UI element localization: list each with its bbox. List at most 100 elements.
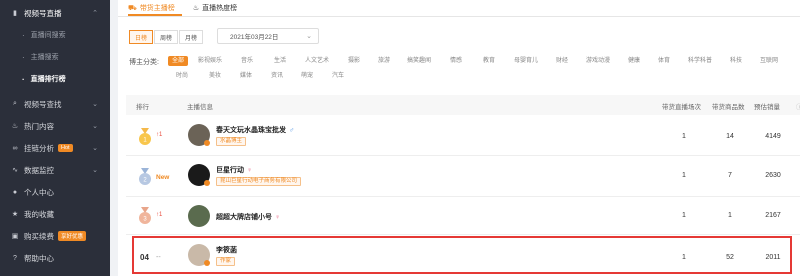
tab-label: 带货主播榜 [139, 5, 175, 12]
sidebar: ▮ 视频号直播 ⌃ · 直播间搜索 · 主播搜索 · 直播排行榜 ⌕ 视频号查找… [0, 0, 110, 276]
category-chip[interactable]: 科技 [730, 56, 742, 66]
sessions-value: 1 [682, 254, 686, 261]
category-chip[interactable]: 游戏动漫 [586, 56, 610, 66]
sidebar-sub-anchor-search[interactable]: · 主播搜索 [0, 46, 110, 68]
sidebar-item-data-monitor[interactable]: ∿ 数据监控 ⌄ [0, 159, 110, 181]
help-icon: ? [13, 254, 17, 262]
category-chip[interactable]: 生活 [274, 56, 286, 66]
sidebar-item-label: 视频号直播 [24, 8, 62, 18]
tab-live-heat[interactable]: ♨ 直播热度榜 [193, 0, 237, 16]
discount-badge: 享好优惠 [58, 231, 87, 241]
category-chip[interactable]: 旅游 [378, 56, 390, 66]
sidebar-item-label: 购买续费 [24, 231, 54, 241]
category-chip[interactable]: 资讯 [271, 71, 283, 81]
verified-icon [204, 260, 210, 266]
period-daily-button[interactable]: 日榜 [129, 30, 153, 44]
sidebar-item-video-search[interactable]: ⌕ 视频号查找 ⌄ [0, 93, 110, 115]
period-monthly-button[interactable]: 月榜 [179, 30, 203, 44]
category-chip[interactable]: 摄影 [348, 56, 360, 66]
info-icon[interactable]: ⓘ [796, 101, 800, 111]
chart-icon: ▮ [13, 10, 17, 17]
category-chip[interactable]: 媒体 [240, 71, 252, 81]
category-chip[interactable]: 全部 [168, 56, 189, 66]
category-chip[interactable]: 人文艺术 [305, 56, 329, 66]
sidebar-item-label: 我的收藏 [24, 209, 54, 219]
male-icon: ♂ [289, 127, 295, 134]
header-sales: 预估销量 [754, 104, 780, 111]
anchor-name[interactable]: 巨星行动 ♀ [216, 165, 252, 175]
tag-badge: 昆山巨星行动电子商务有限公司 [216, 177, 302, 186]
sales-value: 2630 [765, 172, 781, 179]
cart-icon: ⛟ [128, 4, 137, 12]
sidebar-sub-label: 主播搜索 [30, 54, 59, 61]
category-chip[interactable]: 互联网 [760, 56, 778, 66]
avatar[interactable] [188, 205, 210, 227]
sidebar-item-hot-content[interactable]: ♨ 热门内容 ⌄ [0, 115, 110, 137]
sidebar-item-video-live[interactable]: ▮ 视频号直播 ⌃ [0, 2, 110, 24]
tag-badge: 作家 [216, 257, 236, 266]
category-chip[interactable]: 财经 [556, 56, 568, 66]
category-chip[interactable]: 影视娱乐 [198, 56, 222, 66]
sidebar-item-help[interactable]: ? 帮助中心 [0, 247, 110, 269]
search-icon: ⌕ [13, 100, 17, 107]
sidebar-sub-room-search[interactable]: · 直播间搜索 [0, 24, 110, 46]
category-chip[interactable]: 健康 [628, 56, 640, 66]
date-picker[interactable]: 2021年03月22日 ⌄ [217, 28, 319, 44]
anchor-name[interactable]: 春天文玩水晶珠宝批发 ♂ [216, 125, 294, 135]
rank-change: -- [156, 254, 161, 261]
category-chip[interactable]: 萌宠 [301, 71, 313, 81]
verified-icon [204, 180, 210, 186]
chevron-down-icon: ⌄ [92, 101, 98, 108]
products-value: 1 [728, 212, 732, 219]
sidebar-sub-ranking[interactable]: · 直播排行榜 [0, 68, 110, 90]
category-chip[interactable]: 汽车 [332, 71, 344, 81]
gold-medal-icon: 1 [139, 128, 151, 145]
category-chip[interactable]: 美妆 [209, 71, 221, 81]
table-header: 排行 主播信息 带货直播场次 带货商品数 预估销量 ⓘ [126, 95, 800, 115]
chevron-down-icon: ⌄ [306, 33, 312, 40]
sidebar-item-favorites[interactable]: ★ 我的收藏 [0, 203, 110, 225]
category-chip[interactable]: 母婴育儿 [514, 56, 538, 66]
sales-value: 4149 [765, 133, 781, 140]
anchor-name[interactable]: 超超大牌店铺小号 ♀ [216, 212, 280, 222]
tag-badge: 水晶博主 [216, 137, 247, 146]
rank-new-badge: New [156, 174, 170, 181]
category-chip[interactable]: 音乐 [241, 56, 253, 66]
verified-icon [204, 140, 210, 146]
sidebar-item-personal[interactable]: ● 个人中心 [0, 181, 110, 203]
header-sessions: 带货直播场次 [662, 104, 701, 111]
sessions-value: 1 [682, 172, 686, 179]
category-chip[interactable]: 时尚 [176, 71, 188, 81]
monitor-icon: ∿ [12, 167, 18, 174]
sidebar-item-purchase[interactable]: ▣ 购买续费 享好优惠 [0, 225, 110, 247]
chevron-down-icon: ⌄ [92, 123, 98, 130]
row-divider [126, 196, 800, 197]
sidebar-item-link-analysis[interactable]: ∞ 挂链分析 Hot ⌄ [0, 137, 110, 159]
category-chip[interactable]: 教育 [483, 56, 495, 66]
sidebar-item-label: 个人中心 [24, 187, 54, 197]
chevron-down-icon: ⌄ [92, 145, 98, 152]
category-chip[interactable]: 体育 [658, 56, 670, 66]
tab-divider [118, 16, 800, 17]
star-icon: ★ [11, 211, 19, 218]
category-chip[interactable]: 情感 [450, 56, 462, 66]
category-chip[interactable]: 搞笑趣闻 [407, 56, 431, 66]
rank-change: ↑1 [156, 132, 163, 138]
sidebar-item-label: 挂链分析 [24, 143, 54, 153]
category-label: 博主分类: [129, 59, 159, 66]
header-rank: 排行 [136, 104, 149, 111]
sidebar-item-label: 热门内容 [24, 121, 54, 131]
products-value: 14 [726, 133, 734, 140]
sales-value: 2011 [765, 254, 781, 261]
main-panel: ⛟ 带货主播榜 ♨ 直播热度榜 日榜 周榜 月榜 2021年03月22日 ⌄ 博… [118, 0, 800, 276]
sales-value: 2167 [765, 212, 781, 219]
row-divider [126, 234, 800, 235]
category-chip[interactable]: 科学科普 [688, 56, 712, 66]
cart-icon: ▣ [11, 233, 19, 240]
products-value: 52 [726, 254, 734, 261]
sidebar-item-label: 数据监控 [24, 165, 54, 175]
period-weekly-button[interactable]: 周榜 [154, 30, 178, 44]
products-value: 7 [728, 172, 732, 179]
row-divider [126, 155, 800, 156]
anchor-name[interactable]: 李筱菡 [216, 245, 237, 255]
